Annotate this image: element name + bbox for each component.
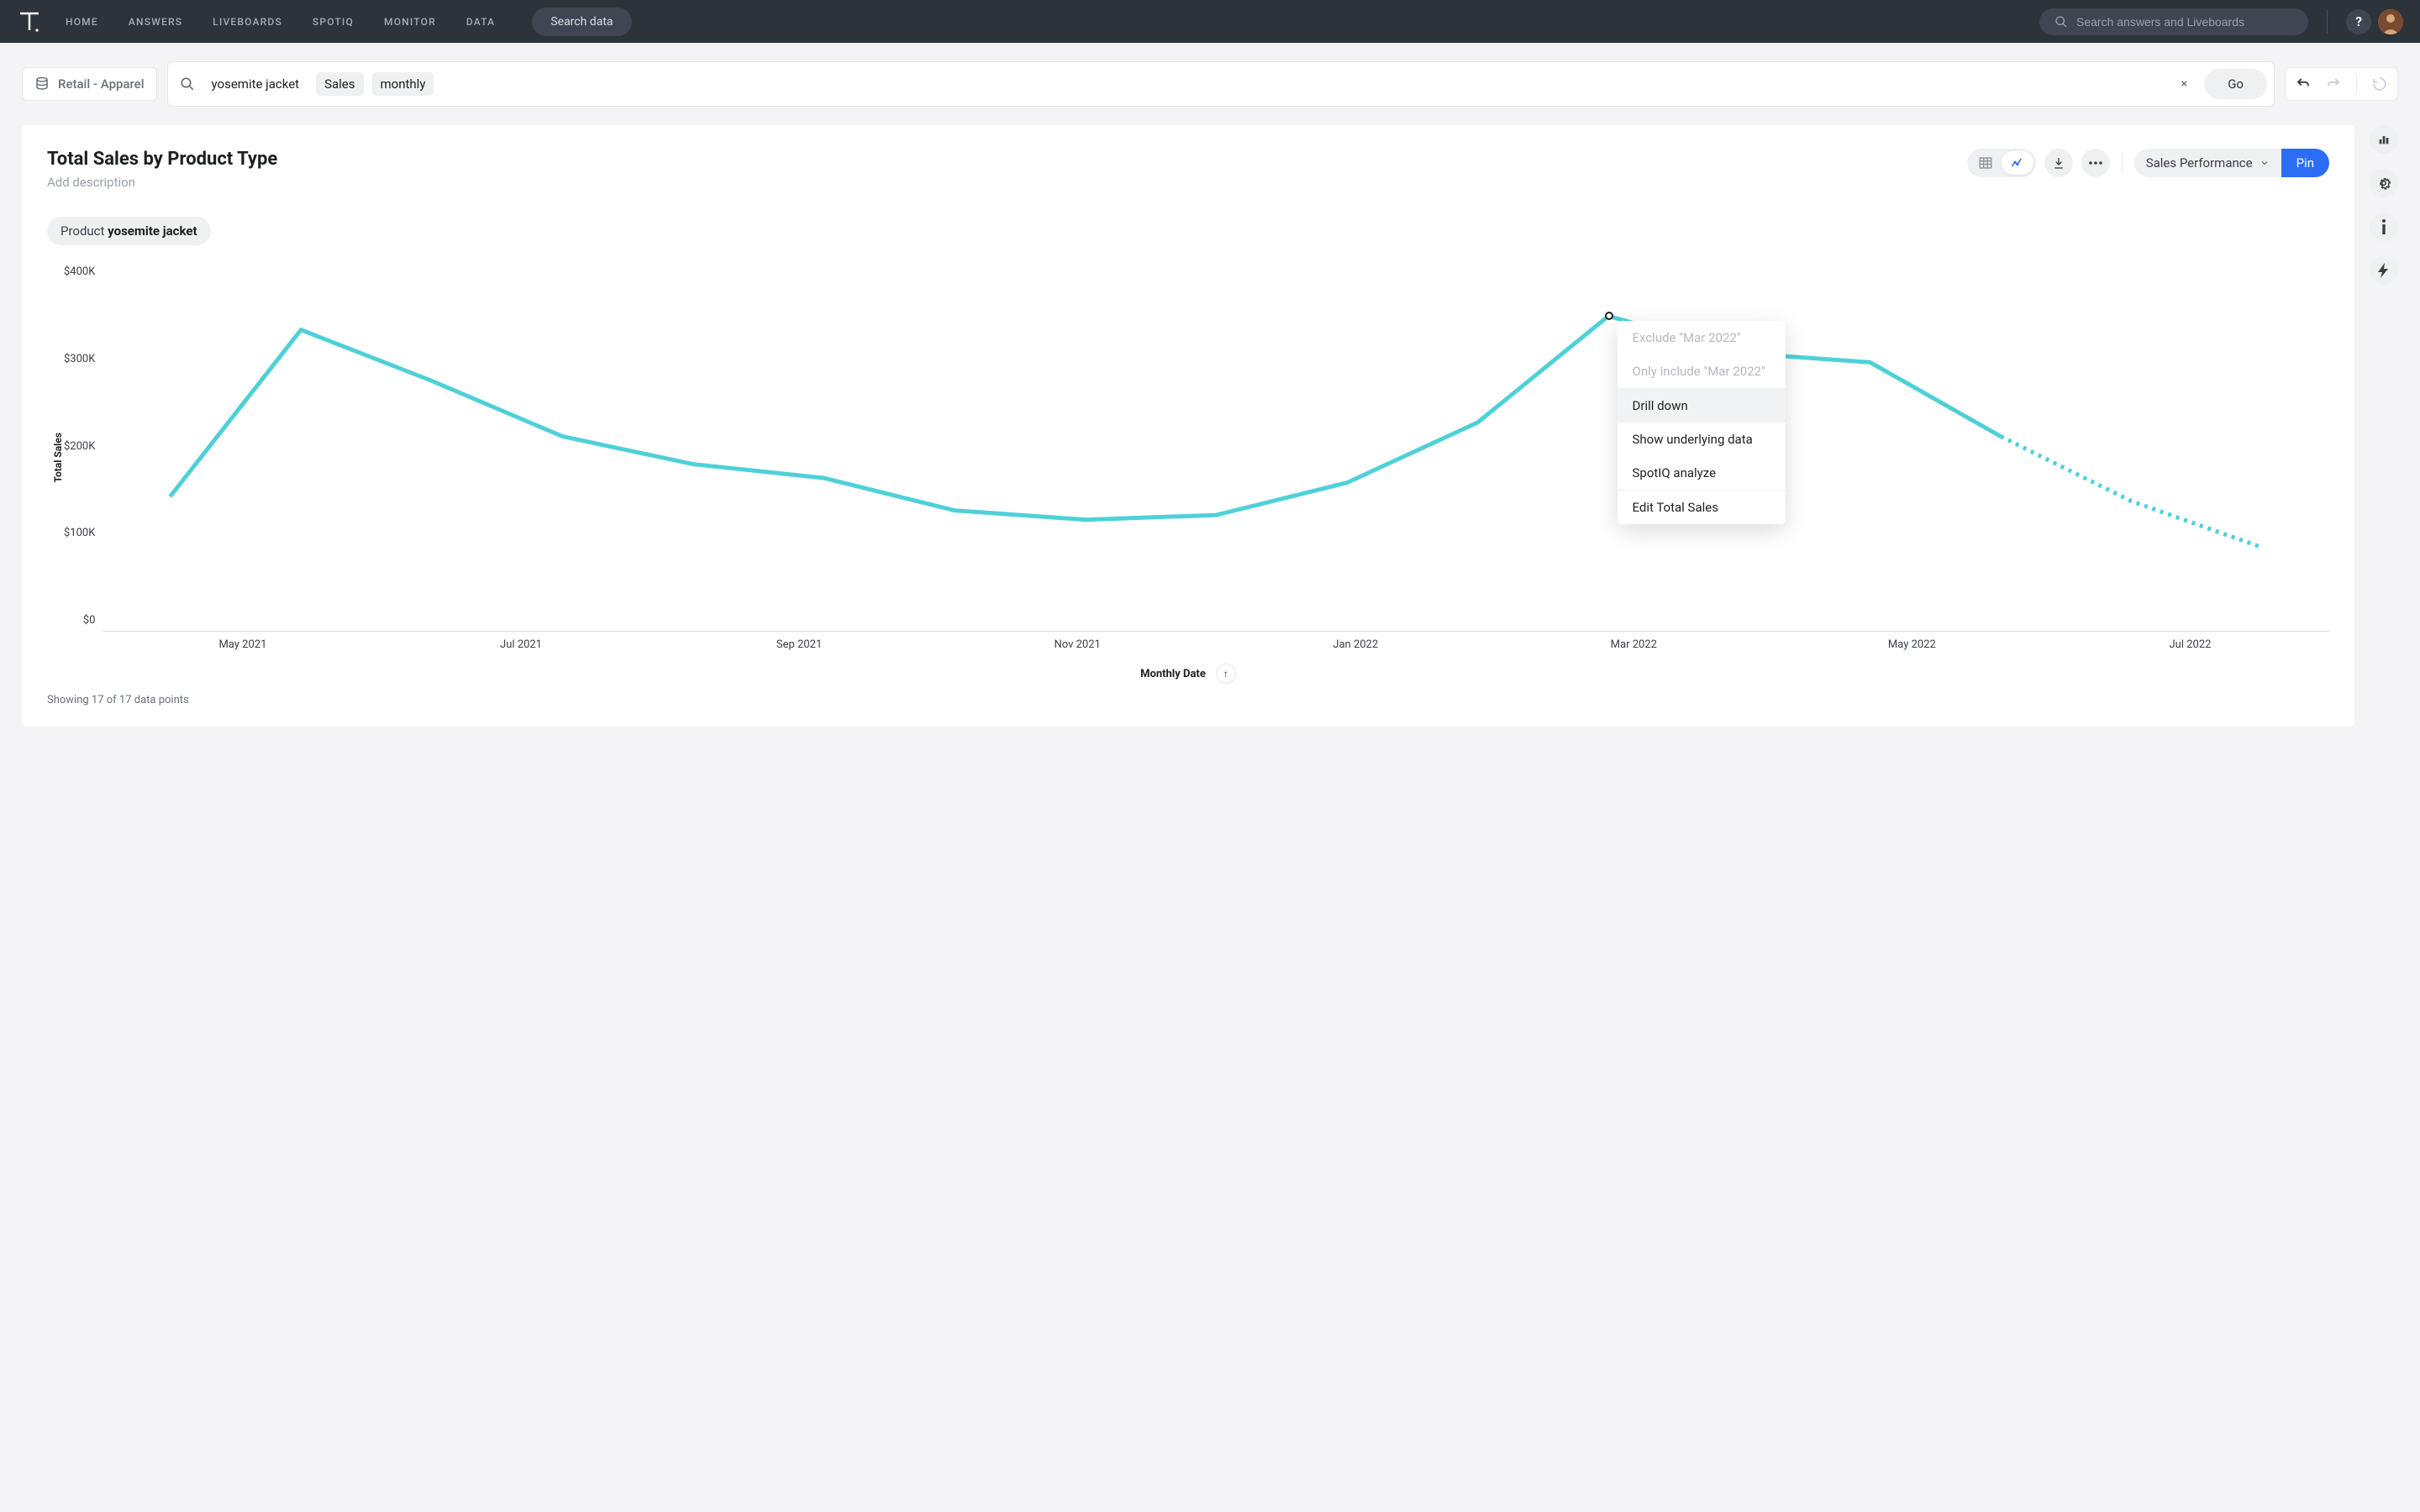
undo-button[interactable] [2296,76,2311,92]
spotiq-button[interactable] [2370,256,2398,285]
search-bar[interactable]: yosemite jacket Sales monthly × Go [167,61,2275,107]
nav-home[interactable]: HOME [66,16,98,28]
search-data-button[interactable]: Search data [532,8,631,36]
datasource-selector[interactable]: Retail - Apparel [22,67,157,101]
datasource-label: Retail - Apparel [58,76,145,92]
global-search-input[interactable] [2076,15,2293,29]
more-icon [2089,161,2102,165]
logo[interactable] [17,9,42,34]
line-chart-icon [2010,155,2025,171]
filter-chip-prefix: Product [60,223,108,239]
undo-icon [2296,76,2311,92]
x-tick: May 2021 [103,638,381,651]
context-menu-item: Exclude "Mar 2022" [1618,321,1786,354]
x-tick: Jul 2022 [2051,638,2329,651]
view-table-button[interactable] [1970,151,2002,175]
chart-description[interactable]: Add description [47,175,277,190]
context-menu-item: Only include "Mar 2022" [1618,354,1786,388]
context-menu-item[interactable]: Drill down [1618,389,1786,423]
more-actions-button[interactable] [2081,149,2110,177]
download-icon [2052,156,2065,170]
history-controls [2285,67,2398,101]
download-button[interactable] [2044,149,2073,177]
chevron-down-icon [2260,158,2270,168]
context-menu-item[interactable]: Edit Total Sales [1618,491,1786,524]
redo-icon [2326,76,2341,92]
right-rail [2370,125,2398,727]
nav-liveboards[interactable]: LIVEBOARDS [213,16,282,28]
go-button[interactable]: Go [2204,69,2267,99]
clear-search-button[interactable]: × [2172,72,2196,96]
liveboard-dropdown-label: Sales Performance [2146,155,2253,171]
user-avatar[interactable] [2378,9,2403,34]
x-tick: Sep 2021 [660,638,939,651]
search-icon [2054,15,2068,29]
x-tick: Jul 2021 [381,638,660,651]
reset-button [2372,76,2387,92]
nav-answers[interactable]: ANSWERS [129,16,182,28]
y-tick: $200K [64,440,95,453]
query-toolbar: Retail - Apparel yosemite jacket Sales m… [0,43,2420,125]
view-chart-button[interactable] [2002,151,2033,175]
liveboard-dropdown[interactable]: Sales Performance [2134,149,2281,177]
x-tick: Nov 2021 [939,638,1217,651]
answer-canvas: Total Sales by Product Type Add descript… [22,125,2354,727]
search-icon [180,76,195,92]
x-tick: May 2022 [1773,638,2051,651]
filter-chip-product[interactable]: Product yosemite jacket [47,217,211,245]
chart-context-menu: Exclude "Mar 2022"Only include "Mar 2022… [1618,321,1786,524]
y-axis-ticks: $400K $300K $200K $100K $0 [64,260,103,655]
bar-chart-icon [2377,133,2391,146]
x-axis-ticks: May 2021 Jul 2021 Sep 2021 Nov 2021 Jan … [103,638,2329,651]
info-icon [2381,219,2387,234]
y-tick: $100K [64,527,95,539]
context-menu-item[interactable]: Show underlying data [1618,423,1786,456]
chart-title[interactable]: Total Sales by Product Type [47,149,277,170]
table-icon [1978,155,1993,171]
y-axis-label: Total Sales [47,433,64,482]
nav-spotiq[interactable]: SPOTIQ [313,16,354,28]
nav-monitor[interactable]: MONITOR [384,16,436,28]
context-menu-item[interactable]: SpotIQ analyze [1618,456,1786,490]
x-tick: Jan 2022 [1217,638,1495,651]
search-token-monthly[interactable]: monthly [372,72,434,96]
lightning-icon [2378,263,2390,278]
sort-x-axis-button[interactable]: ↑ [1216,664,1236,684]
x-tick: Mar 2022 [1495,638,1773,651]
redo-button [2326,76,2341,92]
search-token-text[interactable]: yosemite jacket [203,72,308,96]
nav-divider [2327,10,2328,34]
y-tick: $300K [64,353,95,365]
settings-button[interactable] [2370,169,2398,197]
datapoints-count: Showing 17 of 17 data points [47,694,2329,706]
nav-data[interactable]: DATA [466,16,495,28]
pin-button[interactable]: Pin [2281,149,2329,177]
y-tick: $400K [64,265,95,278]
gear-icon [2376,176,2391,191]
info-button[interactable] [2370,213,2398,241]
y-tick: $0 [83,614,96,627]
chart-plot[interactable]: May 2021 Jul 2021 Sep 2021 Nov 2021 Jan … [103,260,2329,632]
search-token-sales[interactable]: Sales [316,72,363,96]
help-button[interactable]: ? [2346,9,2371,34]
database-icon [34,76,50,92]
x-axis-label: Monthly Date [1140,668,1206,680]
global-search[interactable] [2039,8,2308,35]
chart-area: Total Sales $400K $300K $200K $100K $0 M… [47,260,2329,655]
filter-chip-value: yosemite jacket [108,223,197,239]
top-nav: HOME ANSWERS LIVEBOARDS SPOTIQ MONITOR D… [0,0,2420,43]
reset-icon [2372,76,2387,92]
chart-config-button[interactable] [2370,125,2398,154]
selected-data-point[interactable] [1605,312,1613,320]
